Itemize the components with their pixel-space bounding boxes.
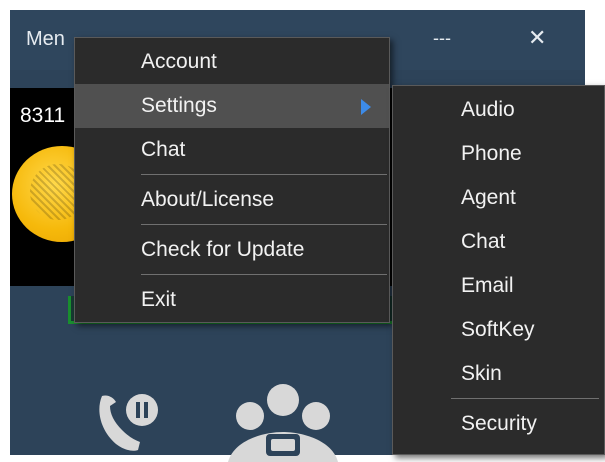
submenu-item-email[interactable]: Email: [393, 264, 604, 308]
submenu-arrow-icon: [361, 99, 371, 115]
main-menu: Account Settings Chat About/License Chec…: [74, 37, 390, 323]
menu-item-label: Chat: [141, 138, 186, 161]
menu-item-label: Check for Update: [141, 238, 305, 261]
menu-item-label: Exit: [141, 288, 177, 311]
submenu-item-label: Chat: [461, 230, 506, 253]
submenu-item-audio[interactable]: Audio: [393, 88, 604, 132]
submenu-item-chat[interactable]: Chat: [393, 220, 604, 264]
menu-separator: [141, 224, 387, 225]
submenu-item-security[interactable]: Security: [393, 402, 604, 446]
submenu-item-label: Security: [461, 412, 537, 435]
submenu-item-skin[interactable]: Skin: [393, 352, 604, 396]
submenu-item-label: Agent: [461, 186, 516, 209]
menu-item-account[interactable]: Account: [75, 40, 389, 84]
more-options-button[interactable]: ---: [433, 28, 451, 49]
conference-icon[interactable]: [218, 382, 348, 462]
submenu-item-label: Skin: [461, 362, 502, 385]
submenu-item-phone[interactable]: Phone: [393, 132, 604, 176]
menu-item-label: Account: [141, 50, 217, 73]
submenu-item-label: SoftKey: [461, 318, 535, 341]
menu-item-label: About/License: [141, 188, 275, 211]
menu-item-chat[interactable]: Chat: [75, 128, 389, 172]
menu-separator: [141, 274, 387, 275]
menu-item-settings[interactable]: Settings: [75, 84, 389, 128]
menu-item-label: Settings: [141, 94, 217, 117]
submenu-item-label: Audio: [461, 98, 515, 121]
close-button[interactable]: ✕: [528, 25, 546, 51]
menu-item-check-for-update[interactable]: Check for Update: [75, 228, 389, 272]
menu-button[interactable]: Men: [26, 28, 65, 51]
menu-separator: [141, 174, 387, 175]
settings-submenu: Audio Phone Agent Chat Email SoftKey Ski…: [392, 85, 605, 455]
submenu-item-agent[interactable]: Agent: [393, 176, 604, 220]
submenu-item-label: Phone: [461, 142, 522, 165]
submenu-item-label: Email: [461, 274, 514, 297]
phone-hold-icon[interactable]: [92, 386, 164, 458]
menu-item-about-license[interactable]: About/License: [75, 178, 389, 222]
submenu-item-softkey[interactable]: SoftKey: [393, 308, 604, 352]
menu-item-exit[interactable]: Exit: [75, 278, 389, 322]
submenu-separator: [451, 398, 599, 399]
extension-number: 8311: [20, 104, 66, 127]
